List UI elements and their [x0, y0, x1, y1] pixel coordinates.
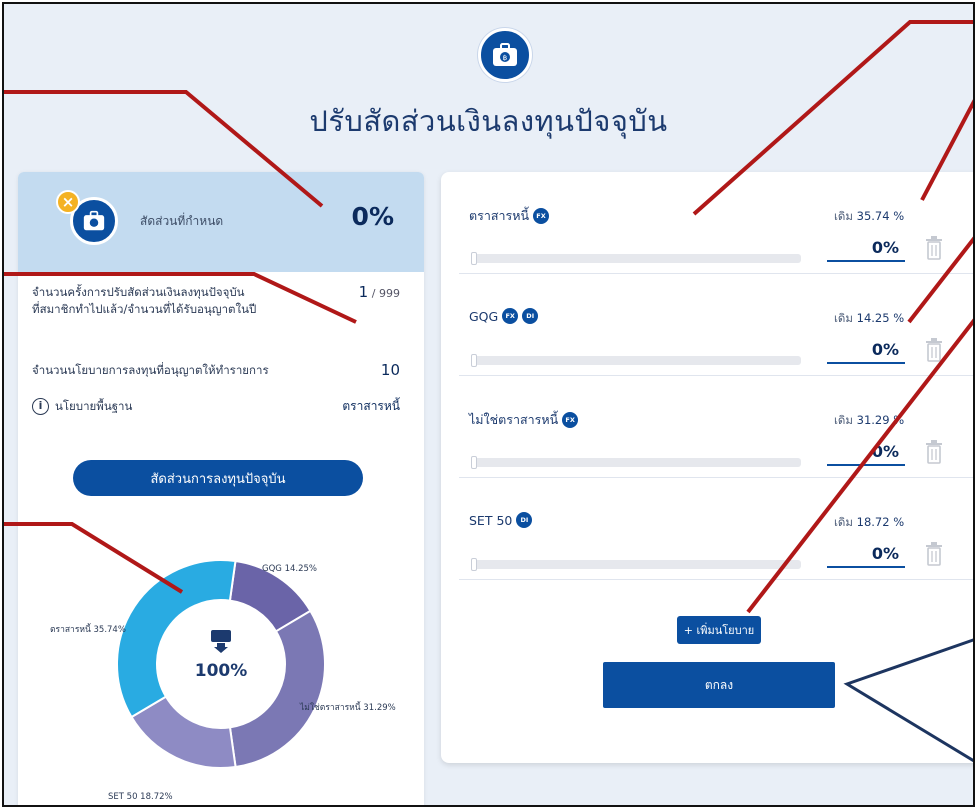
policy-name: ตราสารหนี้ [469, 208, 529, 223]
slider-handle[interactable] [471, 252, 477, 265]
ratio-header: × สัดส่วนที่กำหนด 0% [18, 172, 424, 272]
previous-value: 35.74 % [856, 209, 905, 223]
allocation-percent-input[interactable] [827, 438, 905, 466]
allocation-slider[interactable] [471, 456, 801, 469]
previous-label: เดิม [834, 209, 853, 223]
trash-icon[interactable] [925, 542, 943, 566]
policy-row: GQG FX DI เดิม 14.25 % [459, 274, 973, 376]
allocation-percent-input[interactable] [827, 540, 905, 568]
previous-label: เดิม [834, 413, 853, 427]
allocation-percent-input[interactable] [827, 336, 905, 364]
policy-tag-badge: FX [533, 208, 549, 224]
briefcase-coin-icon: ฿ [478, 28, 532, 82]
add-policy-button[interactable]: + เพิ่มนโยบาย [677, 616, 761, 644]
policy-allocation-panel: ตราสารหนี้FX เดิม 35.74 % GQGFXDI [441, 172, 973, 763]
allocation-slider[interactable] [471, 252, 801, 265]
previous-value: 14.25 % [856, 311, 905, 325]
trash-icon[interactable] [925, 338, 943, 362]
previous-value: 18.72 % [856, 515, 905, 529]
policy-name: SET 50 [469, 512, 513, 528]
previous-allocation: เดิม 35.74 % [834, 208, 904, 226]
close-badge-icon: × [56, 190, 80, 214]
slider-handle[interactable] [471, 354, 477, 367]
donut-slice-label: ตราสารหนี้ 35.74% [50, 625, 126, 635]
summary-panel: × สัดส่วนที่กำหนด 0% จำนวนครั้งการปรับสั… [18, 172, 424, 805]
adjust-count-row: จำนวนครั้งการปรับสัดส่วนเงินลงทุนปัจจุบั… [32, 284, 404, 318]
policy-row: ตราสารหนี้ FX เดิม 35.74 % [459, 172, 973, 274]
adjust-count-label-2: ที่สมาชิกทำไปแล้ว/จำนวนที่ได้รับอนุญาตใน… [32, 302, 257, 316]
trash-icon[interactable] [925, 440, 943, 464]
adjust-count-value: 1 / 999 [359, 284, 400, 302]
policy-name-group: ไม่ใช่ตราสารหนี้ FX [469, 410, 579, 430]
policy-count-row: จำนวนนโยบายการลงทุนที่อนุญาตให้ทำรายการ … [32, 362, 404, 379]
policy-count-value: 10 [380, 361, 400, 379]
wallet-download-icon [211, 630, 231, 653]
policy-name: GQG [469, 308, 499, 324]
allocation-slider[interactable] [471, 558, 801, 571]
policy-tag-badge: FX [502, 308, 519, 324]
adjust-count-used: 1 [358, 283, 369, 301]
base-policy-row: i นโยบายพื้นฐาน ตราสารหนี้ [32, 398, 404, 415]
allocation-slider[interactable] [471, 354, 801, 367]
allocation-donut-chart: 100% GQG 14.25% ไม่ใช่ตราสารหนี้ 31.29% SE… [18, 542, 424, 802]
policy-tag-badge: DI [522, 308, 539, 324]
previous-allocation: เดิม 31.29 % [834, 412, 904, 430]
base-policy-label: นโยบายพื้นฐาน [55, 399, 133, 413]
adjust-count-label-1: จำนวนครั้งการปรับสัดส่วนเงินลงทุนปัจจุบั… [32, 285, 245, 299]
ratio-value: 0% [351, 202, 394, 231]
page-title: ปรับสัดส่วนเงินลงทุนปัจจุบัน [309, 104, 668, 138]
slider-handle[interactable] [471, 558, 477, 571]
policy-name: ไม่ใช่ตราสารหนี้ [469, 412, 559, 427]
donut-slice-label: SET 50 18.72% [108, 792, 173, 802]
trash-icon[interactable] [925, 236, 943, 260]
info-icon[interactable]: i [32, 398, 49, 415]
policy-count-label: จำนวนนโยบายการลงทุนที่อนุญาตให้ทำรายการ [32, 363, 269, 377]
allocation-percent-input[interactable] [827, 234, 905, 262]
screen: ฿ ปรับสัดส่วนเงินลงทุนปัจจุบัน × สัดส่วน… [2, 2, 975, 807]
donut-slice-label: ไม่ใช่ตราสารหนี้ 31.29% [300, 703, 396, 713]
policy-name-group: ตราสารหนี้ FX [469, 206, 549, 226]
previous-allocation: เดิม 14.25 % [834, 310, 904, 328]
adjust-count-max: / 999 [371, 287, 400, 300]
policy-name-group: GQG FX DI [469, 308, 539, 324]
policy-tag-badge: DI [516, 512, 533, 528]
donut-slice [228, 609, 326, 769]
current-allocation-button[interactable]: สัดส่วนการลงทุนปัจจุบัน [73, 460, 363, 496]
donut-center-label: 100% [195, 661, 248, 681]
policy-tag-badge: FX [562, 412, 579, 428]
policy-row: ไม่ใช่ตราสารหนี้ FX เดิม 31.29 % [459, 376, 973, 478]
policy-row: SET 50 DI เดิม 18.72 % [459, 478, 973, 580]
slider-handle[interactable] [471, 456, 477, 469]
previous-value: 31.29 % [856, 413, 905, 427]
confirm-button[interactable]: ตกลง [603, 662, 835, 708]
previous-allocation: เดิม 18.72 % [834, 514, 904, 532]
previous-label: เดิม [834, 515, 853, 529]
ratio-label: สัดส่วนที่กำหนด [140, 214, 224, 228]
policy-name-group: SET 50 DI [469, 512, 533, 528]
base-policy-value: ตราสารหนี้ [342, 399, 400, 413]
previous-label: เดิม [834, 311, 853, 325]
svg-text:฿: ฿ [503, 54, 507, 62]
donut-slice-label: GQG 14.25% [262, 564, 317, 574]
